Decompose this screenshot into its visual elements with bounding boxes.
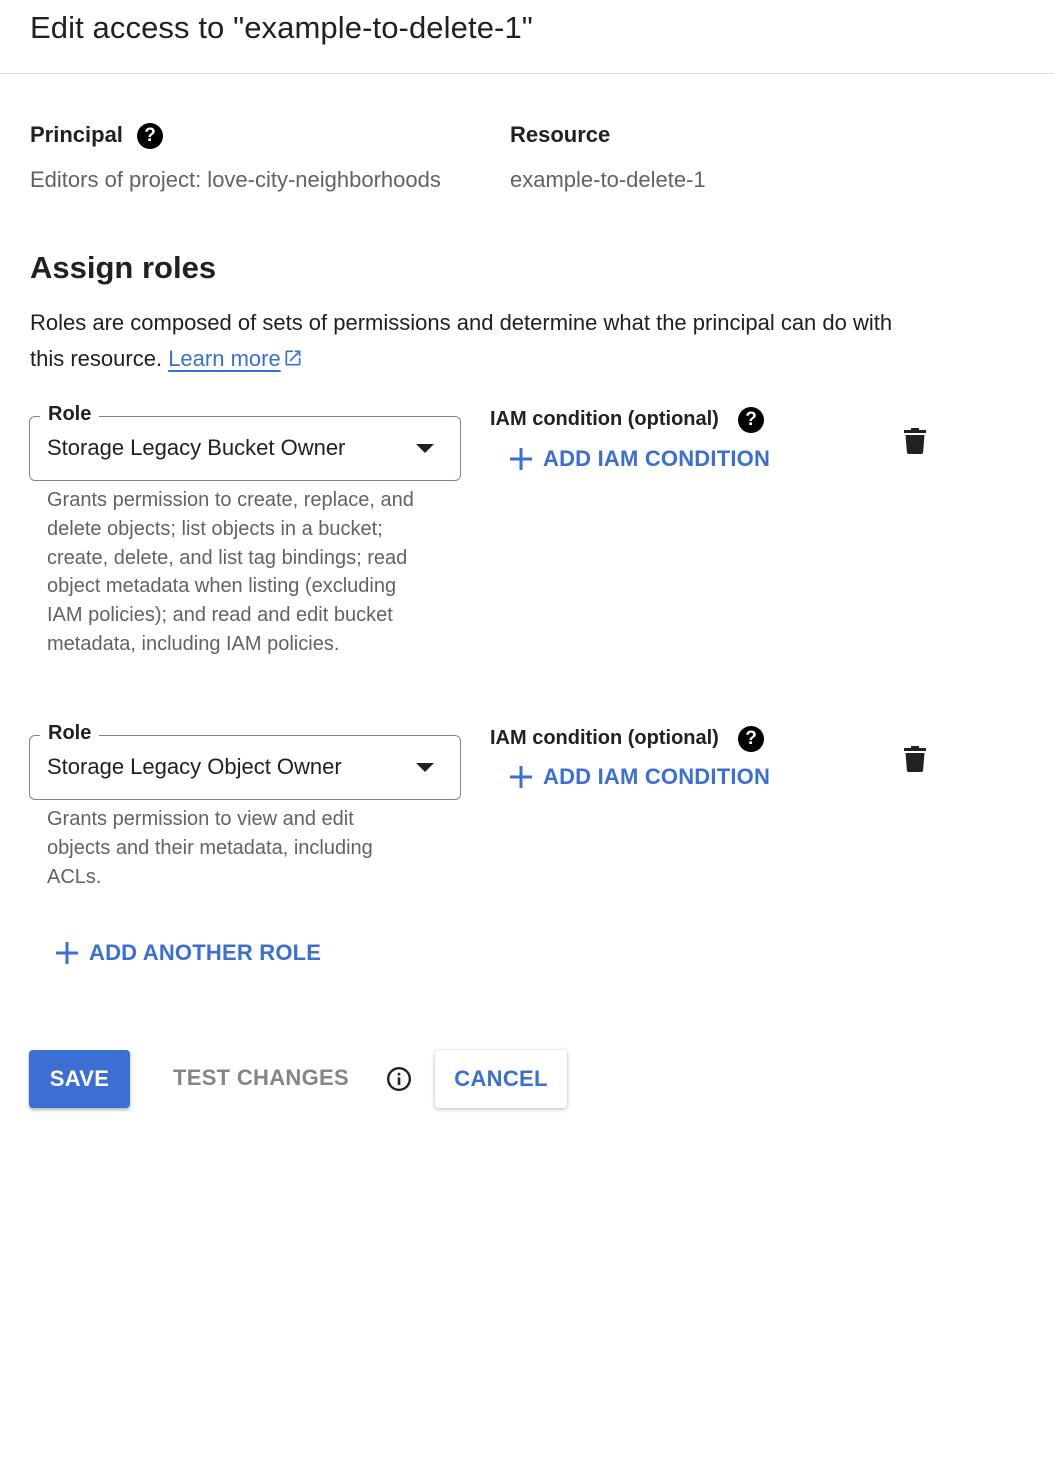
add-iam-condition-button-2[interactable]: ADD IAM CONDITION bbox=[509, 764, 770, 790]
role-field-label: Role bbox=[40, 403, 100, 426]
role-description-2: Grants permission to view and edit objec… bbox=[47, 808, 373, 888]
learn-more-link[interactable]: Learn more bbox=[168, 346, 303, 371]
plus-icon bbox=[56, 942, 78, 964]
resource-value: example-to-delete-1 bbox=[510, 167, 706, 192]
test-changes-button[interactable]: TEST CHANGES bbox=[173, 1065, 349, 1091]
trash-icon[interactable] bbox=[904, 428, 926, 454]
resource-label: Resource bbox=[510, 122, 611, 147]
add-iam-condition-button-1[interactable]: ADD IAM CONDITION bbox=[509, 446, 770, 472]
iam-condition-label-1: IAM condition (optional) bbox=[490, 408, 719, 430]
info-icon[interactable] bbox=[386, 1066, 412, 1092]
dialog-header: Edit access to "example-to-delete-1" bbox=[0, 0, 1054, 74]
help-circle-icon[interactable]: ? bbox=[137, 123, 163, 149]
add-another-role-button[interactable]: ADD ANOTHER ROLE bbox=[55, 940, 321, 966]
principal-value: Editors of project: love-city-neighborho… bbox=[30, 167, 441, 192]
role-description-1: Grants permission to create, replace, an… bbox=[47, 489, 414, 655]
plus-icon bbox=[510, 766, 532, 788]
help-circle-icon[interactable]: ? bbox=[738, 726, 764, 752]
assign-roles-title: Assign roles bbox=[30, 250, 217, 285]
trash-icon[interactable] bbox=[904, 746, 926, 772]
assign-roles-description-text: Roles are composed of sets of permission… bbox=[30, 310, 893, 371]
plus-icon bbox=[510, 448, 532, 470]
external-link-icon bbox=[285, 350, 301, 366]
add-iam-condition-label: ADD IAM CONDITION bbox=[543, 764, 771, 789]
principal-label: Principal bbox=[30, 122, 123, 147]
cancel-button[interactable]: CANCEL bbox=[435, 1050, 567, 1108]
role-select-value: Storage Legacy Bucket Owner bbox=[47, 435, 346, 460]
role-select-2[interactable]: Role Storage Legacy Object Owner bbox=[29, 722, 461, 800]
page-title: Edit access to "example-to-delete-1" bbox=[30, 10, 533, 45]
dropdown-arrow-icon bbox=[416, 444, 434, 453]
save-button[interactable]: SAVE bbox=[29, 1050, 130, 1108]
role-select-value: Storage Legacy Object Owner bbox=[47, 754, 342, 779]
assign-roles-description: Roles are composed of sets of permission… bbox=[30, 305, 930, 377]
add-another-role-label: ADD ANOTHER ROLE bbox=[89, 940, 322, 965]
role-field-label: Role bbox=[40, 722, 100, 745]
dropdown-arrow-icon bbox=[416, 763, 434, 772]
add-iam-condition-label: ADD IAM CONDITION bbox=[543, 446, 771, 471]
iam-condition-label-2: IAM condition (optional) bbox=[490, 727, 719, 749]
learn-more-label: Learn more bbox=[168, 346, 281, 371]
role-select-1[interactable]: Role Storage Legacy Bucket Owner bbox=[29, 403, 461, 481]
help-circle-icon[interactable]: ? bbox=[738, 407, 764, 433]
